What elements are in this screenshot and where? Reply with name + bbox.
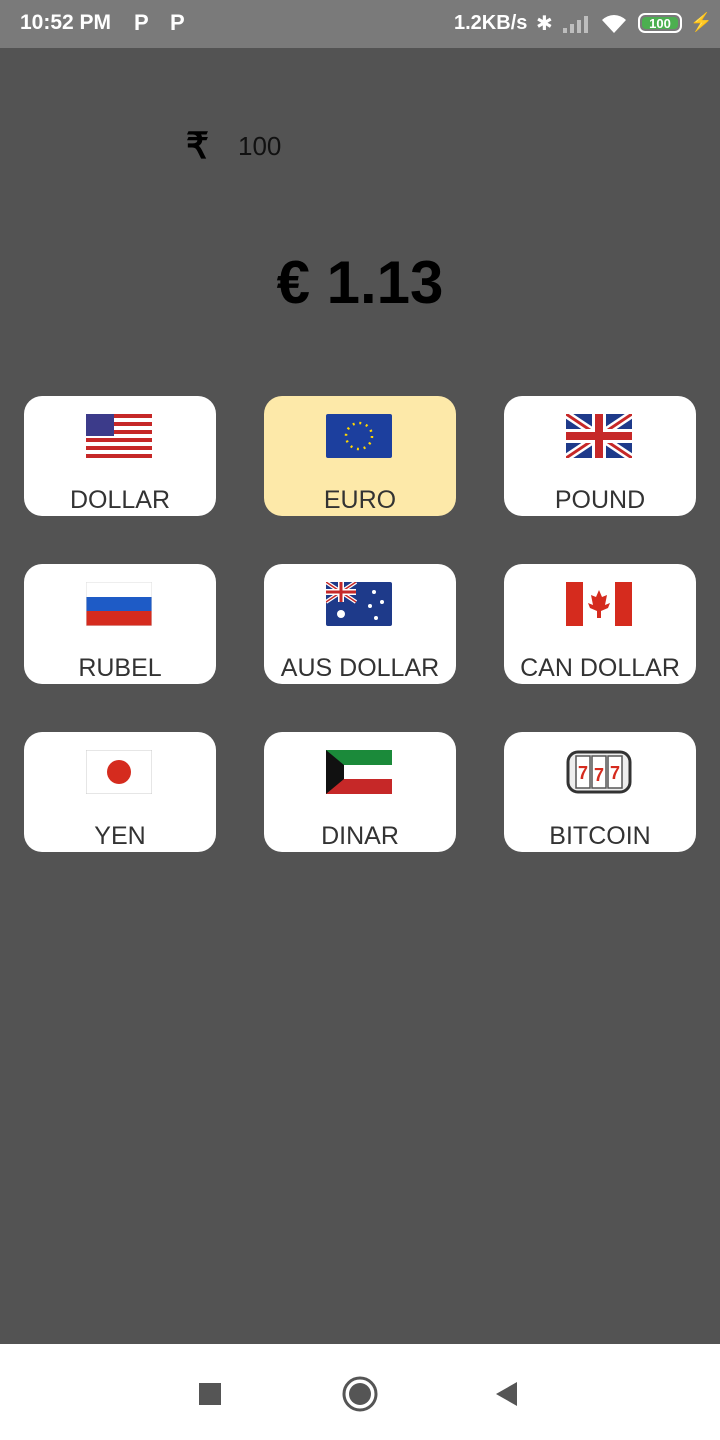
russia-flag-icon — [86, 582, 152, 626]
currency-card-dollar[interactable]: DOLLAR — [24, 396, 216, 516]
currency-label: AUS DOLLAR — [280, 654, 440, 682]
currency-label: DINAR — [321, 822, 399, 850]
wifi-icon — [602, 15, 626, 33]
battery-icon: 100 — [638, 13, 682, 33]
currency-card-rubel[interactable]: RUBEL — [24, 564, 216, 684]
currency-card-aus-dollar[interactable]: AUS DOLLAR — [264, 564, 456, 684]
currency-label: BITCOIN — [549, 822, 651, 850]
conversion-result: € 1.13 — [276, 249, 444, 316]
notification-p-icon: P — [170, 10, 185, 35]
navigation-bar — [0, 1344, 720, 1440]
rupee-icon: ₹ — [186, 125, 209, 166]
currency-card-can-dollar[interactable]: CAN DOLLAR — [504, 564, 696, 684]
currency-card-pound[interactable]: POUND — [504, 396, 696, 516]
recents-button[interactable] — [190, 1374, 230, 1414]
eu-flag-icon — [326, 414, 392, 458]
charging-icon: ⚡ — [690, 12, 713, 32]
notification-p-icon: P — [134, 10, 149, 35]
svg-text:7: 7 — [578, 763, 588, 783]
square-icon — [199, 1383, 221, 1405]
amount-input[interactable] — [238, 132, 438, 160]
home-button[interactable] — [340, 1374, 380, 1414]
currency-label: DOLLAR — [69, 486, 171, 514]
currency-card-euro[interactable]: EURO — [264, 396, 456, 516]
currency-label: RUBEL — [78, 654, 162, 682]
status-time: 10:52 PM — [20, 11, 112, 34]
triangle-back-icon — [496, 1382, 517, 1406]
bluetooth-icon: ✱ — [536, 13, 553, 35]
currency-card-dinar[interactable]: DINAR — [264, 732, 456, 852]
us-flag-icon — [86, 414, 152, 458]
currency-card-yen[interactable]: YEN — [24, 732, 216, 852]
amount-row: ₹ — [186, 124, 486, 168]
slot-machine-icon: 7 7 7 — [566, 750, 632, 794]
currency-card-bitcoin[interactable]: 7 7 7 BITCOIN — [504, 732, 696, 852]
currency-label: POUND — [554, 486, 646, 514]
network-speed: 1.2KB/s — [454, 12, 528, 34]
signal-icon — [563, 16, 588, 33]
svg-text:7: 7 — [594, 765, 604, 785]
svg-text:7: 7 — [610, 763, 620, 783]
back-button[interactable] — [486, 1374, 526, 1414]
currency-label: CAN DOLLAR — [520, 654, 680, 682]
status-bar: 10:52 PM P P 1.2KB/s ✱ 100 ⚡ — [0, 0, 720, 48]
currency-label: EURO — [323, 486, 397, 514]
circle-icon — [342, 1376, 378, 1412]
kuwait-flag-icon — [326, 750, 392, 794]
canada-flag-icon — [566, 582, 632, 626]
uk-flag-icon — [566, 414, 632, 458]
australia-flag-icon — [326, 582, 392, 626]
battery-level: 100 — [642, 17, 678, 30]
currency-label: YEN — [94, 822, 146, 850]
japan-flag-icon — [86, 750, 152, 794]
